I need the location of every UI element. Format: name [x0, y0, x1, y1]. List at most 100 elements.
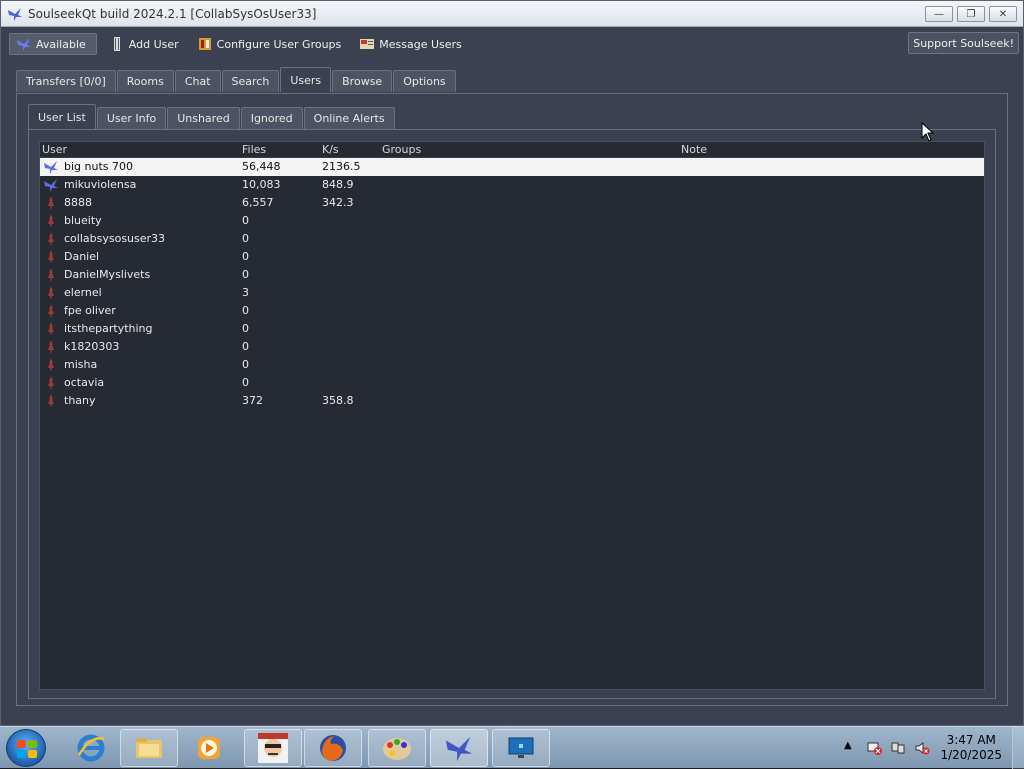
- offline-user-icon: [48, 376, 54, 390]
- support-soulseek-button[interactable]: Support Soulseek!: [908, 32, 1019, 54]
- speed-cell: 358.8: [322, 394, 354, 407]
- taskbar-paint[interactable]: [368, 729, 426, 767]
- user-list-table[interactable]: User Files K/s Groups Note big nuts 700 5…: [39, 141, 985, 690]
- add-user-button[interactable]: Add User: [103, 33, 185, 55]
- firefox-icon: [320, 735, 346, 761]
- table-row[interactable]: octavia 0: [40, 374, 984, 392]
- file-explorer-icon: [136, 738, 162, 758]
- files-cell: 372: [242, 394, 263, 407]
- tab-users[interactable]: Users: [280, 67, 332, 92]
- taskbar-firefox[interactable]: [304, 729, 362, 767]
- title-bar[interactable]: SoulseekQt build 2024.2.1 [CollabSysOsUs…: [1, 1, 1023, 27]
- table-row[interactable]: fpe oliver 0: [40, 302, 984, 320]
- files-cell: 0: [242, 322, 249, 335]
- tab-search[interactable]: Search: [221, 70, 280, 92]
- network-icon[interactable]: [890, 741, 906, 755]
- tab-options[interactable]: Options: [393, 70, 456, 92]
- files-cell: 0: [242, 232, 249, 245]
- taskbar: ▲ 3:47 AM 1/20/2025: [0, 726, 1024, 769]
- tab-ignored[interactable]: Ignored: [240, 107, 303, 129]
- tab-rooms[interactable]: Rooms: [116, 70, 174, 92]
- clock-time: 3:47 AM: [946, 733, 996, 747]
- tab-chat[interactable]: Chat: [174, 70, 221, 92]
- tab-user-info[interactable]: User Info: [96, 107, 167, 129]
- tab-transfers[interactable]: Transfers [0/0]: [16, 70, 116, 92]
- speed-cell: 342.3: [322, 196, 354, 209]
- table-row[interactable]: big nuts 700 56,448 2136.5: [40, 158, 984, 176]
- user-name-cell: mikuviolensa: [64, 178, 137, 191]
- volume-muted-icon[interactable]: [914, 741, 930, 755]
- configure-user-groups-button[interactable]: Configure User Groups: [191, 33, 348, 55]
- online-user-icon: [44, 161, 58, 174]
- table-row[interactable]: itsthepartything 0: [40, 320, 984, 338]
- user-name-cell: k1820303: [64, 340, 120, 353]
- taskbar-soulseek[interactable]: [430, 729, 488, 767]
- files-cell: 0: [242, 304, 249, 317]
- column-header-files[interactable]: Files: [242, 143, 266, 156]
- user-groups-icon: [198, 38, 211, 50]
- user-name-cell: collabsysosuser33: [64, 232, 166, 245]
- column-header-user[interactable]: User: [42, 143, 67, 156]
- media-player-icon: [198, 737, 220, 759]
- user-name-cell: DanielMyslivets: [64, 268, 151, 281]
- files-cell: 0: [242, 268, 249, 281]
- user-name-cell: fpe oliver: [64, 304, 116, 317]
- taskbar-file-explorer[interactable]: [120, 729, 178, 767]
- table-row[interactable]: DanielMyslivets 0: [40, 266, 984, 284]
- minimize-button[interactable]: —: [925, 6, 953, 22]
- column-header-speed[interactable]: K/s: [322, 143, 339, 156]
- show-hidden-icons-icon[interactable]: ▲: [844, 740, 860, 754]
- user-name-cell: 8888: [64, 196, 92, 209]
- taskbar-remote-desktop[interactable]: [492, 729, 550, 767]
- tab-unshared[interactable]: Unshared: [167, 107, 240, 129]
- toolbar: Available Add User Configure User Groups…: [5, 30, 1019, 58]
- message-users-label: Message Users: [379, 37, 462, 51]
- configure-user-groups-label: Configure User Groups: [216, 37, 342, 51]
- table-row[interactable]: thany 372 358.8: [40, 392, 984, 410]
- files-cell: 0: [242, 358, 249, 371]
- soulseek-bird-icon: [8, 7, 22, 21]
- offline-user-icon: [48, 196, 54, 210]
- taskbar-media-player[interactable]: [180, 729, 238, 767]
- tab-online-alerts[interactable]: Online Alerts: [303, 107, 395, 129]
- column-header-note[interactable]: Note: [681, 143, 707, 156]
- table-row[interactable]: elernel 3: [40, 284, 984, 302]
- message-users-icon: [360, 39, 375, 49]
- offline-user-icon: [48, 304, 54, 318]
- mouse-cursor-icon: [921, 122, 935, 142]
- show-desktop-button[interactable]: [1012, 727, 1024, 769]
- remote-desktop-icon: [508, 737, 534, 758]
- column-header-groups[interactable]: Groups: [382, 143, 421, 156]
- status-button[interactable]: Available: [9, 33, 97, 55]
- taskbar-avatar-app[interactable]: [244, 729, 302, 767]
- table-row[interactable]: collabsysosuser33 0: [40, 230, 984, 248]
- taskbar-internet-explorer[interactable]: [62, 729, 120, 767]
- offline-user-icon: [48, 250, 54, 264]
- message-users-button[interactable]: Message Users: [353, 33, 468, 55]
- table-row[interactable]: misha 0: [40, 356, 984, 374]
- offline-user-icon: [48, 358, 54, 372]
- offline-user-icon: [48, 394, 54, 408]
- start-button[interactable]: [6, 729, 46, 767]
- restore-button[interactable]: ❐: [957, 6, 985, 22]
- table-row[interactable]: k1820303 0: [40, 338, 984, 356]
- speed-cell: 848.9: [322, 178, 354, 191]
- clock-date: 1/20/2025: [940, 748, 1002, 762]
- tab-user-list[interactable]: User List: [28, 104, 96, 129]
- clock[interactable]: 3:47 AM 1/20/2025: [940, 733, 1002, 763]
- offline-user-icon: [48, 214, 54, 228]
- action-center-icon[interactable]: [866, 741, 882, 755]
- table-row[interactable]: Daniel 0: [40, 248, 984, 266]
- table-row[interactable]: 8888 6,557 342.3: [40, 194, 984, 212]
- user-name-cell: elernel: [64, 286, 102, 299]
- close-button[interactable]: ✕: [989, 6, 1017, 22]
- offline-user-icon: [48, 340, 54, 354]
- offline-user-icon: [48, 232, 54, 246]
- offline-user-icon: [48, 268, 54, 282]
- tab-browse[interactable]: Browse: [332, 70, 393, 92]
- table-row[interactable]: mikuviolensa 10,083 848.9: [40, 176, 984, 194]
- add-user-label: Add User: [128, 37, 179, 51]
- files-cell: 0: [242, 250, 249, 263]
- table-row[interactable]: blueity 0: [40, 212, 984, 230]
- users-sub-tabs: User List User Info Unshared Ignored Onl…: [28, 104, 396, 129]
